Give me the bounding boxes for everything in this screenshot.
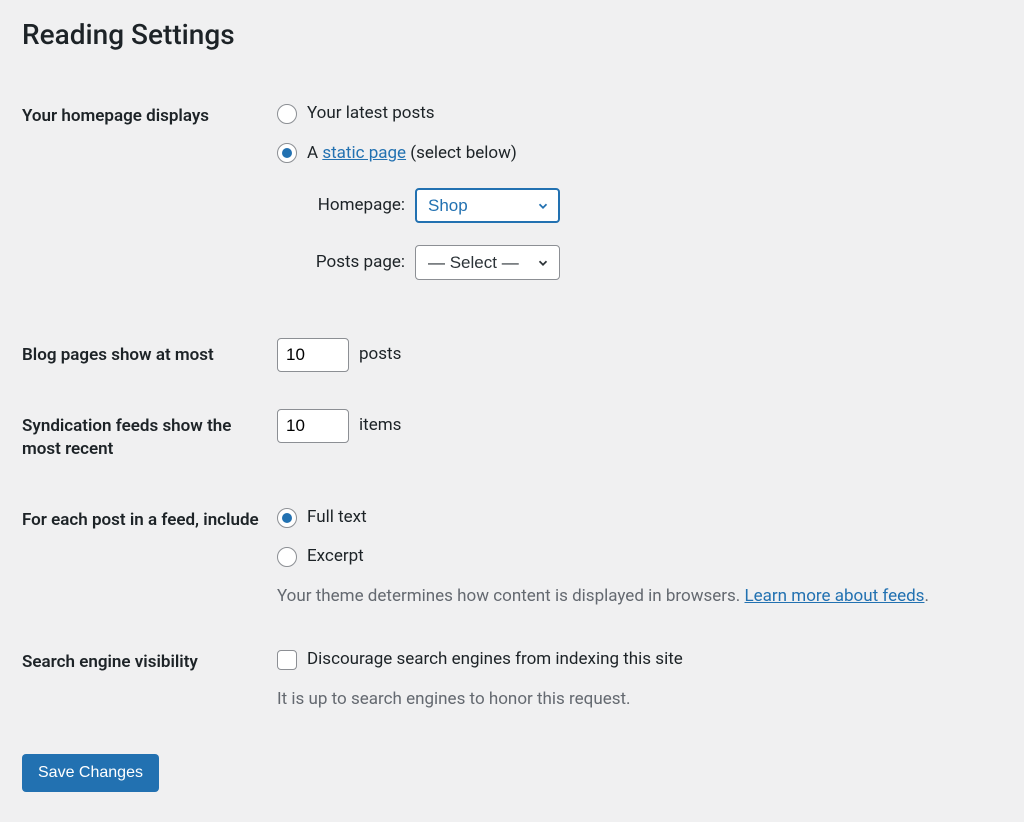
postspage-select[interactable]: — Select — bbox=[415, 245, 560, 280]
homepage-select[interactable]: Shop bbox=[415, 188, 560, 223]
blog-pages-suffix: posts bbox=[359, 342, 401, 368]
search-visibility-note: It is up to search engines to honor this… bbox=[277, 687, 992, 713]
option-latest-posts[interactable]: Your latest posts bbox=[277, 101, 992, 127]
learn-more-feeds-link[interactable]: Learn more about feeds bbox=[745, 586, 925, 606]
syndication-suffix: items bbox=[359, 413, 401, 439]
static-prefix: A bbox=[307, 143, 322, 163]
syndication-label: Syndication feeds show the most recent bbox=[22, 391, 277, 485]
radio-excerpt[interactable] bbox=[277, 547, 297, 567]
page-title: Reading Settings bbox=[22, 18, 1002, 51]
static-suffix: (select below) bbox=[406, 143, 517, 163]
radio-static-page[interactable] bbox=[277, 143, 297, 163]
syndication-count-input[interactable] bbox=[277, 409, 349, 443]
homepage-select-label: Homepage: bbox=[295, 193, 405, 219]
discourage-search-option[interactable]: Discourage search engines from indexing … bbox=[277, 647, 992, 673]
feed-content-label: For each post in a feed, include bbox=[22, 485, 277, 628]
discourage-search-checkbox-label: Discourage search engines from indexing … bbox=[307, 647, 683, 673]
homepage-select-row: Homepage: Shop bbox=[295, 188, 992, 223]
discourage-search-checkbox[interactable] bbox=[277, 650, 297, 670]
option-excerpt[interactable]: Excerpt bbox=[277, 544, 992, 570]
save-changes-button[interactable]: Save Changes bbox=[22, 754, 159, 792]
radio-latest-posts-label: Your latest posts bbox=[307, 101, 435, 127]
blog-pages-count-input[interactable] bbox=[277, 338, 349, 372]
radio-full-text[interactable] bbox=[277, 508, 297, 528]
postspage-select-label: Posts page: bbox=[295, 250, 405, 276]
radio-excerpt-label: Excerpt bbox=[307, 544, 364, 570]
search-visibility-label: Search engine visibility bbox=[22, 627, 277, 730]
option-static-page[interactable]: A static page (select below) bbox=[277, 141, 992, 167]
feed-note-text: Your theme determines how content is dis… bbox=[277, 586, 745, 606]
option-full-text[interactable]: Full text bbox=[277, 505, 992, 531]
radio-static-page-label: A static page (select below) bbox=[307, 141, 517, 167]
homepage-displays-label: Your homepage displays bbox=[22, 81, 277, 320]
postspage-select-row: Posts page: — Select — bbox=[295, 245, 992, 280]
radio-full-text-label: Full text bbox=[307, 505, 367, 531]
blog-pages-label: Blog pages show at most bbox=[22, 320, 277, 391]
postspage-select-wrap: — Select — bbox=[415, 245, 560, 280]
settings-form-table: Your homepage displays Your latest posts… bbox=[22, 81, 1002, 730]
radio-latest-posts[interactable] bbox=[277, 104, 297, 124]
feed-content-note: Your theme determines how content is dis… bbox=[277, 584, 992, 610]
homepage-select-wrap: Shop bbox=[415, 188, 560, 223]
static-page-link[interactable]: static page bbox=[322, 143, 406, 163]
feed-note-period: . bbox=[924, 586, 928, 606]
